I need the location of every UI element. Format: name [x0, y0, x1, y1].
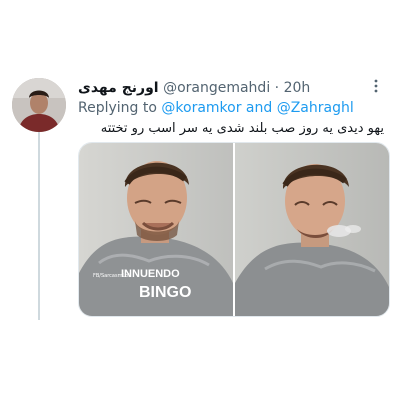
timestamp[interactable]: 20h [284, 80, 311, 96]
media-image-left[interactable]: INNUENDO BINGO FB/SarcasmLol [79, 143, 233, 316]
user-handle[interactable]: @orangemahdi [163, 80, 270, 96]
thread-connector-line [38, 128, 40, 320]
media-watermark: FB/SarcasmLol [93, 273, 130, 279]
shirt-text-line1: INNUENDO [121, 268, 180, 280]
reply-user-link[interactable]: @koramkor [161, 100, 241, 116]
avatar-image [12, 78, 66, 132]
separator-dot: · [274, 80, 280, 96]
tweet-media[interactable]: INNUENDO BINGO FB/SarcasmLol [78, 142, 390, 317]
display-name[interactable]: اورنج مهدی [78, 80, 159, 96]
reply-joiner: and [241, 100, 277, 116]
replying-to-label: Replying to [78, 100, 162, 116]
tweet-header: اورنج مهدی @orangemahdi · 20h [78, 78, 378, 98]
reply-user-link[interactable]: @Zahraghl [277, 100, 354, 116]
tweet-text: یهو دیدی یه روز صب بلند شدی یه سر اسب رو… [100, 121, 384, 136]
shirt-text-line2: BINGO [139, 284, 191, 301]
media-image-right[interactable] [235, 143, 389, 316]
replying-to-line: Replying to @koramkor and @Zahraghl [78, 98, 354, 118]
avatar[interactable] [12, 78, 66, 132]
more-options-icon[interactable] [369, 78, 383, 94]
